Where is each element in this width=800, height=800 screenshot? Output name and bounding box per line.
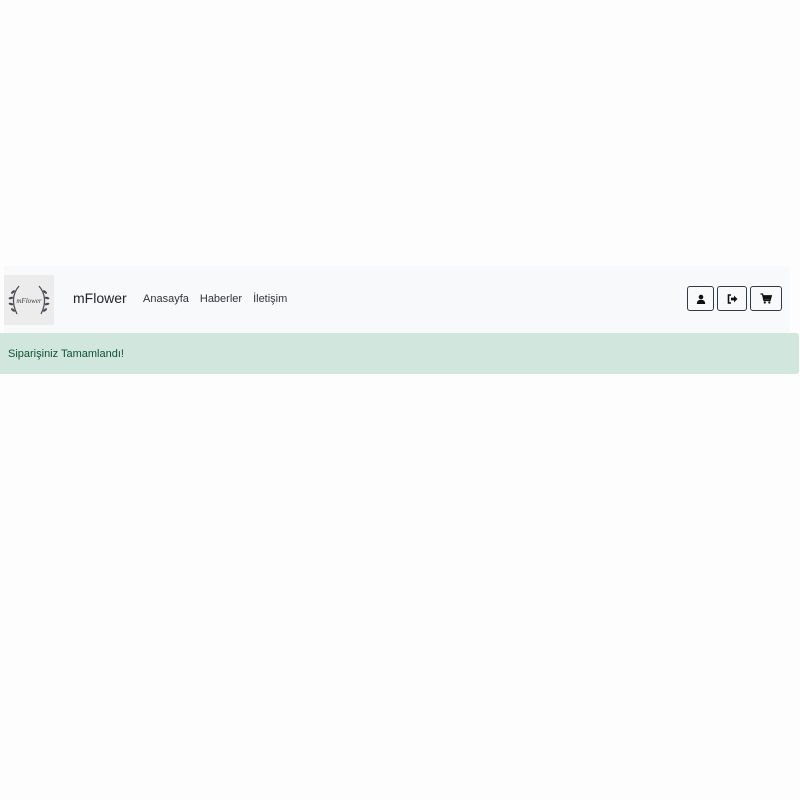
brand-logo[interactable]: mFlower bbox=[4, 275, 54, 325]
nav-menu: Anasayfa Haberler İletişim bbox=[143, 293, 287, 305]
logo-text: mFlower bbox=[16, 297, 42, 305]
brand-name[interactable]: mFlower bbox=[73, 290, 127, 306]
cart-icon bbox=[760, 293, 772, 304]
account-button[interactable] bbox=[687, 286, 714, 311]
wreath-logo-icon: mFlower bbox=[8, 285, 50, 315]
nav-link-iletisim[interactable]: İletişim bbox=[253, 293, 287, 305]
order-success-alert: Siparişiniz Tamamlandı! bbox=[0, 333, 799, 374]
nav-link-haberler[interactable]: Haberler bbox=[200, 293, 242, 305]
user-icon bbox=[696, 294, 705, 304]
sign-out-icon bbox=[727, 293, 737, 304]
logout-button[interactable] bbox=[717, 286, 747, 311]
nav-link-anasayfa[interactable]: Anasayfa bbox=[143, 293, 189, 305]
alert-message: Siparişiniz Tamamlandı! bbox=[8, 347, 124, 360]
navbar: mFlower mFlower Anasayfa Haberler İletiş… bbox=[4, 266, 790, 333]
cart-button[interactable] bbox=[750, 286, 782, 311]
nav-actions bbox=[687, 286, 782, 311]
